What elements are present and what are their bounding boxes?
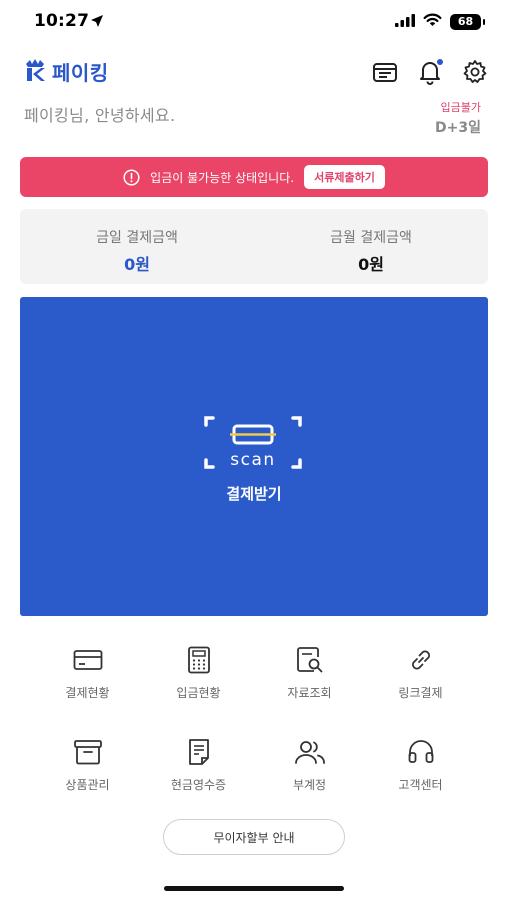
menu-cash-receipt[interactable]: 현금영수증 (143, 737, 254, 793)
receipt-icon (182, 737, 216, 766)
box-icon (71, 737, 105, 766)
users-icon (293, 737, 327, 766)
today-payment[interactable]: 금일 결제금액 0원 (20, 209, 254, 284)
menu-link-payment[interactable]: 링크결제 (365, 645, 476, 701)
logo-text: 페이킹 (52, 61, 109, 85)
month-payment[interactable]: 금월 결제금액 0원 (254, 209, 488, 284)
app-logo[interactable]: 페이킹 (24, 57, 109, 86)
menu-label: 고객센터 (398, 778, 443, 792)
scan-payment-label: 결제받기 (226, 485, 282, 503)
location-arrow-icon (90, 13, 104, 32)
home-indicator[interactable] (164, 886, 344, 891)
app-screen: 10:27 68 페이킹 페이킹님, 안녕하세요. 입금불가 D+3일 입금이 … (0, 0, 507, 900)
interest-free-installment-button[interactable]: 무이자할부 안내 (163, 819, 345, 855)
menu-label: 링크결제 (398, 686, 443, 700)
card-icon (71, 645, 105, 674)
calculator-icon (182, 645, 216, 674)
battery-icon: 68 (450, 13, 485, 30)
settlement-days: D+3일 (435, 120, 481, 136)
menu-data-search[interactable]: 자료조회 (254, 645, 365, 701)
today-payment-label: 금일 결제금액 (96, 230, 178, 246)
menu-product-management[interactable]: 상품관리 (32, 737, 143, 793)
menu-deposit-status[interactable]: 입금현황 (143, 645, 254, 701)
payment-summary: 금일 결제금액 0원 금월 결제금액 0원 (20, 209, 488, 284)
calendar-icon[interactable] (371, 58, 399, 86)
wifi-icon (423, 12, 442, 31)
menu-label: 현금영수증 (170, 778, 227, 792)
menu-label: 부계정 (292, 778, 327, 792)
app-header: 페이킹 (0, 52, 507, 92)
scan-icon: scan (203, 415, 303, 471)
status-bar: 10:27 68 (0, 0, 507, 46)
warning-icon (123, 168, 140, 186)
menu-label: 결제현황 (65, 686, 110, 700)
alert-message: 입금이 불가능한 상태입니다. (150, 170, 295, 185)
menu-label: 자료조회 (287, 686, 332, 700)
greeting-text: 페이킹님, 안녕하세요. (24, 106, 176, 125)
menu-grid: 결제현황 입금현황 자료조회 링크결제 상품관리 현금영수증 부계정 고객센터 (32, 645, 476, 793)
deposit-alert-banner: 입금이 불가능한 상태입니다. 서류제출하기 (20, 157, 488, 197)
deposit-status: 입금불가 (440, 101, 481, 114)
notification-dot (437, 59, 443, 65)
month-payment-label: 금월 결제금액 (330, 230, 412, 246)
battery-level: 68 (457, 14, 474, 28)
month-payment-value: 0원 (358, 255, 384, 274)
menu-payment-status[interactable]: 결제현황 (32, 645, 143, 701)
gear-icon[interactable] (461, 58, 489, 86)
today-payment-value: 0원 (124, 255, 150, 274)
scan-payment-button[interactable]: scan 결제받기 (20, 297, 488, 616)
scan-icon-text: scan (230, 450, 275, 470)
crown-logo-icon (24, 58, 46, 86)
link-icon (404, 645, 438, 674)
bell-icon[interactable] (416, 58, 444, 86)
menu-customer-center[interactable]: 고객센터 (365, 737, 476, 793)
header-actions (371, 58, 489, 86)
menu-label: 입금현황 (176, 686, 221, 700)
menu-label: 상품관리 (65, 778, 110, 792)
status-indicators: 68 (395, 12, 485, 31)
status-time: 10:27 (34, 11, 90, 31)
signal-icon (395, 12, 415, 31)
headset-icon (404, 737, 438, 766)
document-search-icon (293, 645, 327, 674)
menu-sub-account[interactable]: 부계정 (254, 737, 365, 793)
submit-documents-button[interactable]: 서류제출하기 (304, 165, 385, 189)
